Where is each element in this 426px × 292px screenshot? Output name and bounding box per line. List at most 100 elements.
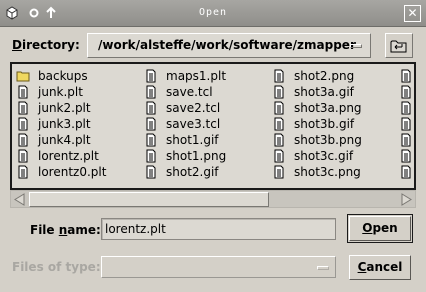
file-column-2: maps1.plt save.tcl save2.tcl save3.tcl shot1… bbox=[144, 68, 226, 180]
file-item[interactable]: lorentz.plt bbox=[16, 148, 106, 164]
file-item[interactable]: shot3c.gif bbox=[272, 148, 362, 164]
file-item[interactable]: shot3b.png bbox=[272, 132, 362, 148]
file-item[interactable]: save2.tcl bbox=[144, 100, 226, 116]
file-item-label: lorentz0.plt bbox=[38, 165, 107, 179]
file-item[interactable]: shot3a.png bbox=[272, 100, 362, 116]
file-item-label: junk2.plt bbox=[38, 101, 91, 115]
folder-icon bbox=[16, 69, 30, 83]
file-item[interactable] bbox=[399, 132, 414, 148]
file-item[interactable]: shot1.png bbox=[144, 148, 226, 164]
title-bar[interactable]: Open ✕ bbox=[0, 0, 426, 27]
file-item-label: shot1.gif bbox=[166, 133, 219, 147]
file-list[interactable]: backups junk.plt junk2.plt junk3.plt junk4.p… bbox=[10, 62, 416, 190]
file-item-label: shot2.png bbox=[294, 69, 355, 83]
file-item[interactable] bbox=[399, 164, 414, 180]
file-icon bbox=[16, 133, 30, 147]
file-icon bbox=[144, 117, 158, 131]
file-item[interactable]: shot3c.png bbox=[272, 164, 362, 180]
file-item-label: lorentz.plt bbox=[38, 149, 99, 163]
file-item-label: backups bbox=[38, 69, 88, 83]
file-icon bbox=[399, 133, 413, 147]
dropdown-icon bbox=[317, 266, 329, 270]
file-item-label: shot1.png bbox=[166, 149, 227, 163]
file-column-4 bbox=[399, 68, 414, 180]
file-item[interactable]: lorentz0.plt bbox=[16, 164, 106, 180]
file-icon bbox=[272, 101, 286, 115]
up-folder-button[interactable] bbox=[385, 33, 413, 58]
file-item[interactable] bbox=[399, 116, 414, 132]
file-icon bbox=[16, 165, 30, 179]
file-icon bbox=[272, 165, 286, 179]
file-name-input[interactable]: lorentz.plt bbox=[101, 218, 336, 240]
file-icon bbox=[144, 101, 158, 115]
file-name-label: File name: bbox=[30, 223, 101, 237]
file-item-label: shot2.gif bbox=[166, 165, 219, 179]
scroll-left-icon[interactable] bbox=[12, 192, 28, 207]
file-item[interactable]: save3.tcl bbox=[144, 116, 226, 132]
file-icon bbox=[399, 101, 413, 115]
file-column-1: backups junk.plt junk2.plt junk3.plt junk4.p… bbox=[16, 68, 106, 180]
scroll-thumb[interactable] bbox=[29, 192, 269, 207]
file-item-label: maps1.plt bbox=[166, 69, 227, 83]
file-item-label: shot3c.png bbox=[294, 165, 361, 179]
file-icon bbox=[272, 117, 286, 131]
window-title: Open bbox=[198, 7, 228, 18]
file-item[interactable]: junk.plt bbox=[16, 84, 106, 100]
file-icon bbox=[16, 117, 30, 131]
file-item-label: shot3a.gif bbox=[294, 85, 354, 99]
file-item[interactable]: shot2.png bbox=[272, 68, 362, 84]
file-item-label: shot3c.gif bbox=[294, 149, 354, 163]
file-icon bbox=[272, 133, 286, 147]
file-item[interactable] bbox=[399, 84, 414, 100]
open-button[interactable]: Open bbox=[347, 214, 413, 243]
file-icon bbox=[16, 149, 30, 163]
horizontal-scrollbar[interactable] bbox=[10, 190, 416, 208]
file-item[interactable]: junk4.plt bbox=[16, 132, 106, 148]
file-item-label: junk4.plt bbox=[38, 133, 91, 147]
file-item[interactable]: backups bbox=[16, 68, 106, 84]
directory-path: /work/alsteffe/work/software/zmapper bbox=[98, 38, 356, 52]
file-item[interactable]: junk2.plt bbox=[16, 100, 106, 116]
dropdown-icon bbox=[350, 44, 362, 48]
file-icon bbox=[16, 85, 30, 99]
file-icon bbox=[144, 85, 158, 99]
file-item-label: save2.tcl bbox=[166, 101, 221, 115]
file-item-label: save3.tcl bbox=[166, 117, 221, 131]
file-icon bbox=[144, 69, 158, 83]
file-item[interactable]: junk3.plt bbox=[16, 116, 106, 132]
file-item[interactable] bbox=[399, 68, 414, 84]
file-type-combo[interactable] bbox=[101, 256, 336, 278]
cancel-button[interactable]: Cancel bbox=[349, 255, 411, 280]
file-item-label: shot3b.gif bbox=[294, 117, 355, 131]
file-item[interactable]: shot1.gif bbox=[144, 132, 226, 148]
file-icon bbox=[144, 165, 158, 179]
file-item-label: junk3.plt bbox=[38, 117, 91, 131]
file-icon bbox=[16, 101, 30, 115]
file-item-label: junk.plt bbox=[38, 85, 83, 99]
file-item-label: shot3a.png bbox=[294, 101, 362, 115]
file-icon bbox=[399, 85, 413, 99]
file-item[interactable]: shot2.gif bbox=[144, 164, 226, 180]
directory-label: Directory: bbox=[12, 38, 80, 52]
file-icon bbox=[399, 165, 413, 179]
file-icon bbox=[399, 149, 413, 163]
file-icon bbox=[144, 149, 158, 163]
file-icon bbox=[272, 85, 286, 99]
file-item[interactable] bbox=[399, 100, 414, 116]
file-icon bbox=[272, 149, 286, 163]
file-item[interactable]: save.tcl bbox=[144, 84, 226, 100]
file-item[interactable]: shot3b.gif bbox=[272, 116, 362, 132]
file-item-label: save.tcl bbox=[166, 85, 213, 99]
scroll-right-icon[interactable] bbox=[398, 192, 414, 207]
file-item-label: shot3b.png bbox=[294, 133, 362, 147]
file-icon bbox=[144, 133, 158, 147]
file-type-label: Files of type: bbox=[12, 260, 101, 274]
up-folder-icon bbox=[390, 40, 407, 53]
file-item[interactable]: maps1.plt bbox=[144, 68, 226, 84]
directory-combo[interactable]: /work/alsteffe/work/software/zmapper bbox=[87, 33, 371, 58]
file-item[interactable]: shot3a.gif bbox=[272, 84, 362, 100]
file-icon bbox=[399, 117, 413, 131]
file-item[interactable] bbox=[399, 148, 414, 164]
file-icon bbox=[399, 69, 413, 83]
close-button[interactable]: ✕ bbox=[404, 5, 421, 22]
